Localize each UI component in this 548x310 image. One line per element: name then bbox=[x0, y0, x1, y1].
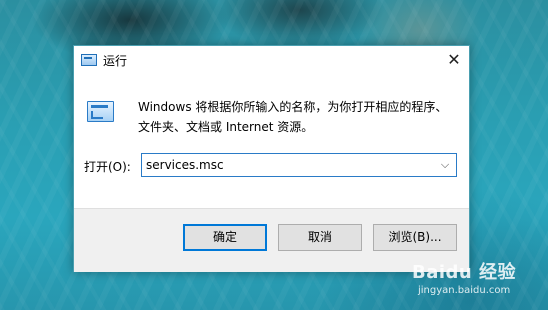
run-dialog: 运行 ✕ Windows 将根据你所输入的名称，为你打开相应的程序、文件夹、文档… bbox=[73, 45, 470, 272]
open-label: 打开(O): bbox=[84, 160, 131, 174]
watermark: Baidu 经验 jingyan.baidu.com bbox=[412, 258, 516, 296]
browse-button[interactable]: 浏览(B)... bbox=[373, 224, 457, 251]
open-input[interactable] bbox=[142, 154, 432, 176]
dialog-title: 运行 bbox=[103, 54, 128, 68]
run-app-icon bbox=[87, 101, 114, 122]
title-bar[interactable]: 运行 ✕ bbox=[74, 46, 469, 73]
chevron-down-icon[interactable]: ⌵ bbox=[437, 156, 453, 174]
run-app-icon bbox=[81, 54, 97, 66]
cancel-button[interactable]: 取消 bbox=[278, 224, 362, 251]
ok-button[interactable]: 确定 bbox=[183, 224, 267, 251]
dialog-description: Windows 将根据你所输入的名称，为你打开相应的程序、文件夹、文档或 Int… bbox=[138, 100, 448, 134]
watermark-logo: Baidu 经验 bbox=[411, 262, 516, 283]
watermark-url: jingyan.baidu.com bbox=[417, 285, 511, 296]
open-combobox[interactable]: ⌵ bbox=[141, 153, 457, 177]
close-icon[interactable]: ✕ bbox=[439, 46, 469, 73]
